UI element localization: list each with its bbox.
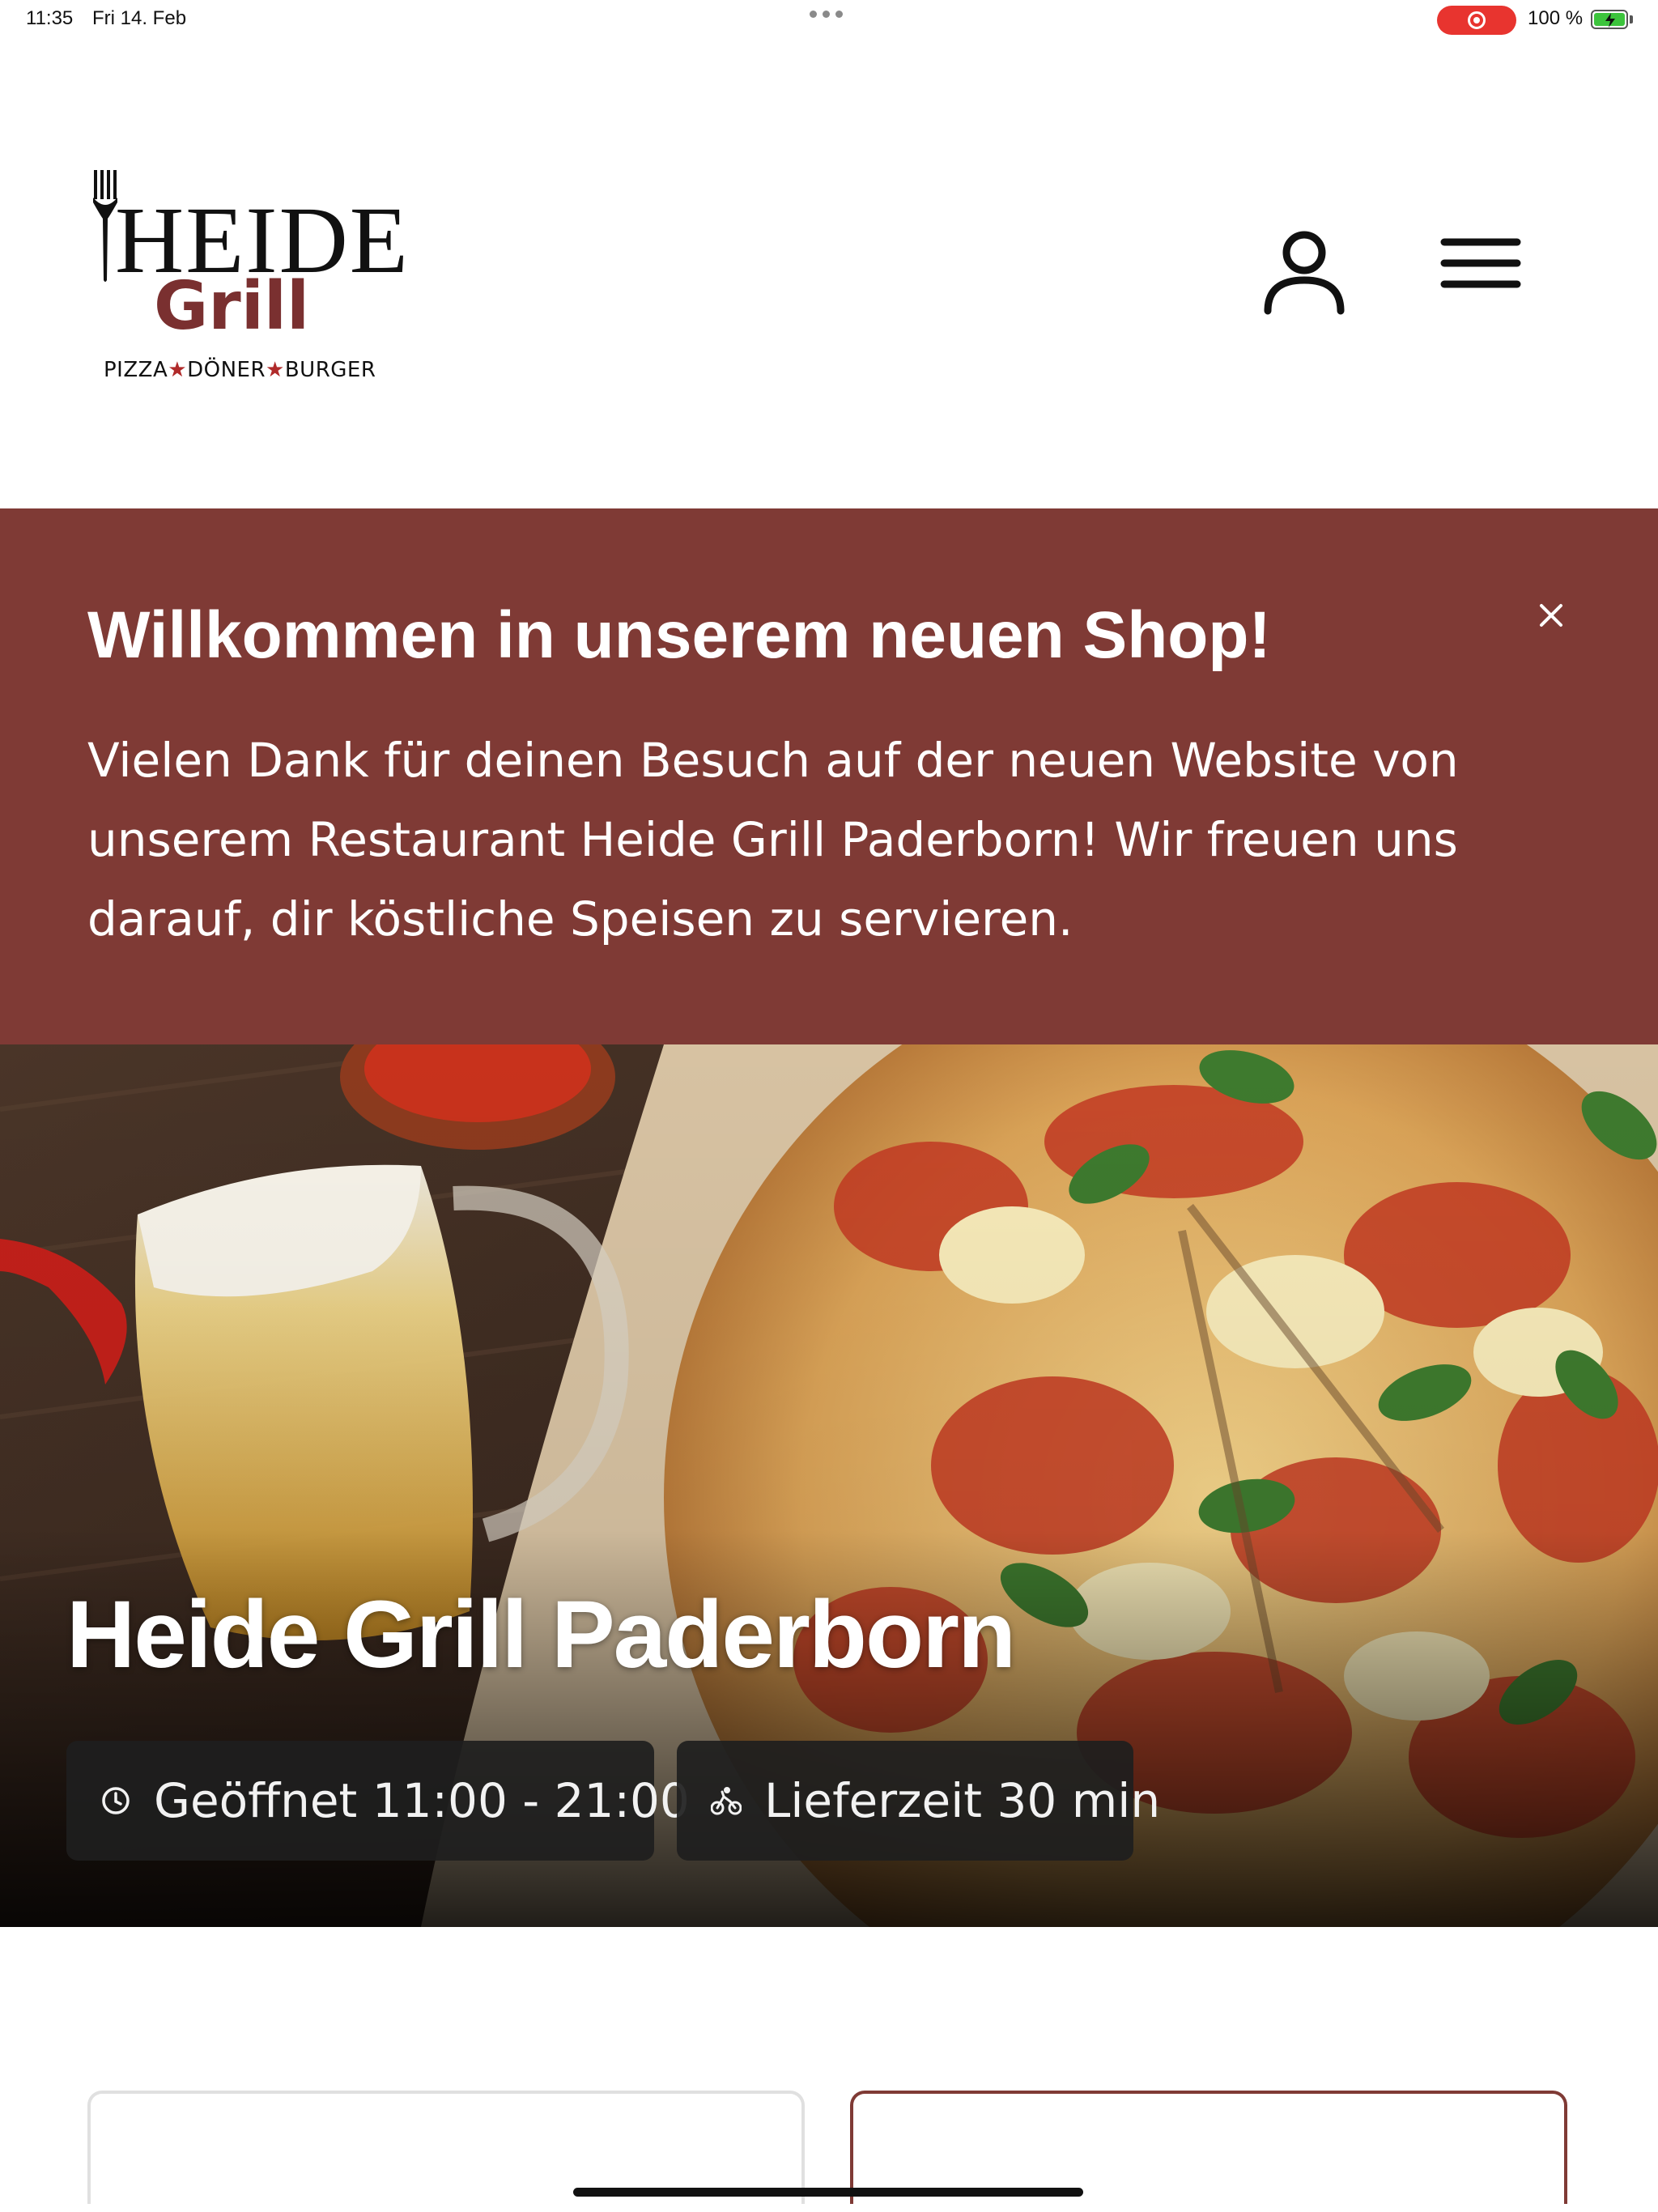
tagline-doener: DÖNER (187, 358, 266, 382)
site-header: HEIDE Grill PIZZA★DÖNER★BURGER (0, 154, 1658, 389)
record-icon[interactable] (1437, 6, 1516, 35)
close-icon (1540, 604, 1562, 627)
opening-hours-badge: Geöffnet 11:00 - 21:00 (66, 1741, 690, 1861)
delivery-time-text: Lieferzeit 30 min (764, 1773, 1161, 1828)
account-button[interactable] (1260, 227, 1349, 316)
welcome-banner: Willkommen in unserem neuen Shop! Vielen… (0, 508, 1658, 1044)
clock-icon (100, 1785, 131, 1816)
home-indicator[interactable] (573, 2188, 1083, 2197)
welcome-title: Willkommen in unserem neuen Shop! (87, 598, 1271, 672)
delivery-time-badge: Lieferzeit 30 min (677, 1741, 1160, 1861)
close-banner-button[interactable] (1533, 598, 1569, 633)
status-bar: 11:35 Fri 14. Feb 100 % (0, 0, 1658, 40)
hamburger-menu-icon (1440, 238, 1521, 288)
tagline-pizza: PIZZA (104, 358, 168, 382)
logo-tagline: PIZZA★DÖNER★BURGER (104, 358, 376, 382)
tagline-burger: BURGER (284, 358, 376, 382)
bike-courier-icon (711, 1785, 742, 1816)
user-icon (1264, 231, 1345, 315)
star-icon: ★ (168, 358, 188, 382)
pickup-option-card[interactable] (850, 2091, 1567, 2204)
welcome-message: Vielen Dank für deinen Besuch auf der ne… (87, 733, 1459, 946)
star-icon: ★ (266, 358, 285, 382)
delivery-option-card[interactable] (87, 2091, 805, 2204)
battery-percentage: 100 % (1528, 7, 1584, 29)
restaurant-name: Heide Grill Paderborn (66, 1581, 1016, 1688)
status-date: Fri 14. Feb (92, 7, 187, 29)
brand-logo[interactable]: HEIDE Grill PIZZA★DÖNER★BURGER (91, 170, 408, 382)
battery-icon (1591, 10, 1628, 29)
hero-section: Heide Grill Paderborn Geöffnet 11:00 - 2… (0, 1044, 1658, 1927)
menu-button[interactable] (1433, 231, 1522, 296)
multitasking-dots-icon[interactable] (810, 11, 843, 18)
status-time: 11:35 (26, 7, 74, 29)
opening-hours-text: Geöffnet 11:00 - 21:00 (154, 1773, 690, 1828)
logo-grill-text: Grill (154, 268, 310, 345)
battery-tip (1630, 15, 1633, 23)
